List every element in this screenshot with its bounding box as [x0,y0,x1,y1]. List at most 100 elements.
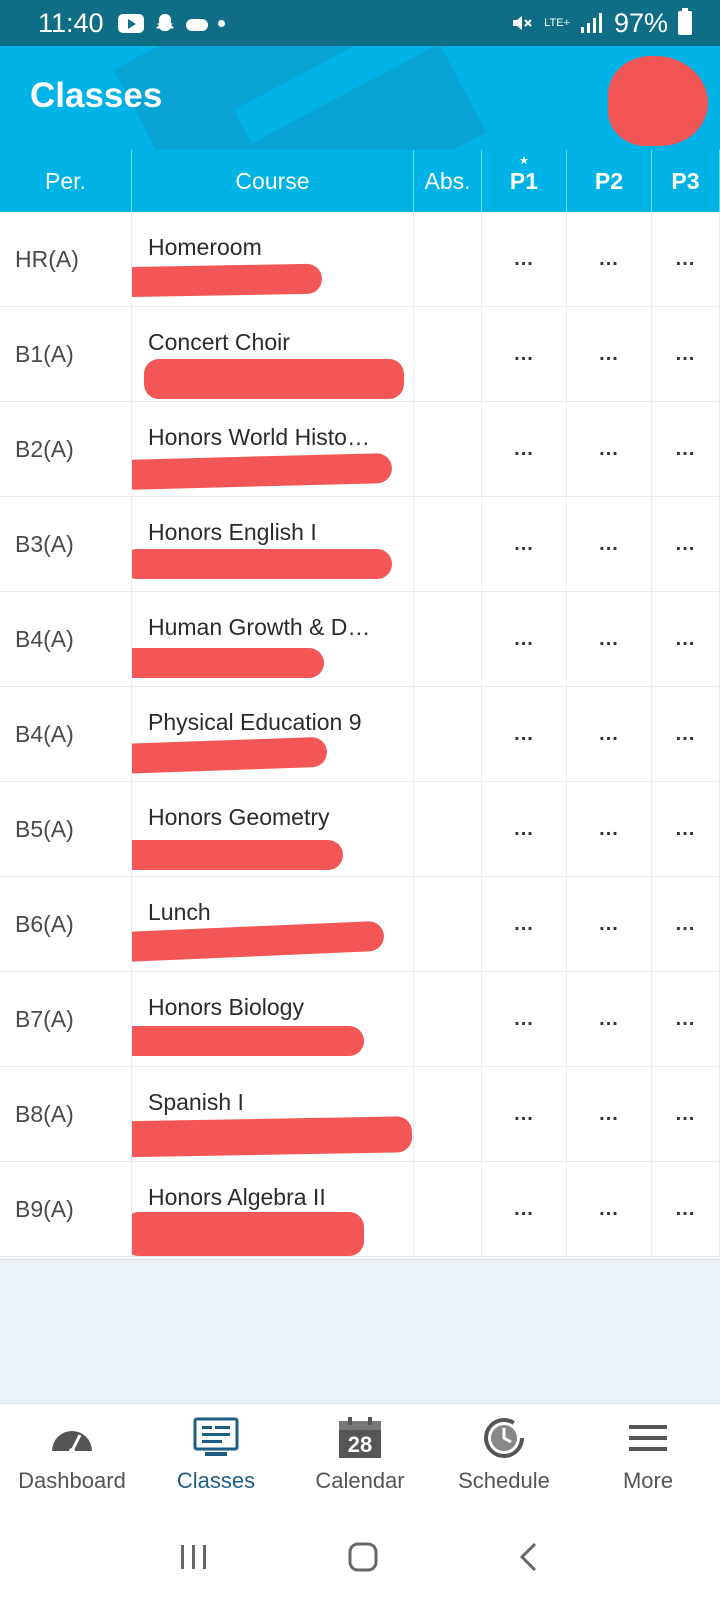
row-absences [414,1067,482,1161]
row-grade-p3[interactable]: ... [652,1162,720,1256]
table-row[interactable]: B4(A) Physical Education 9 ... ... ... [0,687,720,782]
cloud-icon [185,19,208,31]
recent-apps-icon[interactable] [179,1543,209,1571]
row-grade-p2[interactable]: ... [567,212,652,306]
row-grade-p3[interactable]: ... [652,1067,720,1161]
row-grade-p1[interactable]: ... [482,1067,567,1161]
battery-percent: 97% [613,7,668,38]
nav-schedule-label: Schedule [458,1468,550,1493]
row-grade-p3[interactable]: ... [652,687,720,781]
row-grade-p2[interactable]: ... [567,782,652,876]
page-title: Classes [30,76,163,115]
nav-calendar[interactable]: 28 Calendar [288,1404,432,1513]
row-course[interactable]: Honors English I [132,497,414,591]
redacted-teacher [144,359,404,399]
row-grade-p2[interactable]: ... [567,497,652,591]
redacted-teacher [132,1212,364,1256]
home-icon[interactable] [347,1541,379,1573]
table-row[interactable]: B5(A) Honors Geometry ... ... ... [0,782,720,877]
row-grade-p3[interactable]: ... [652,402,720,496]
row-grade-p3[interactable]: ... [652,307,720,401]
row-absences [414,782,482,876]
signal-icon [580,13,602,33]
row-grade-p1[interactable]: ... [482,1162,567,1256]
table-row[interactable]: B7(A) Honors Biology ... ... ... [0,972,720,1067]
row-grade-p3[interactable]: ... [652,497,720,591]
row-period: HR(A) [0,212,132,306]
back-icon[interactable] [517,1541,541,1573]
row-grade-p3[interactable]: ... [652,592,720,686]
row-absences [414,687,482,781]
nav-more[interactable]: More [576,1404,720,1513]
row-course[interactable]: Homeroom [132,212,414,306]
row-course[interactable]: Human Growth & D… [132,592,414,686]
classes-icon [193,1417,239,1458]
row-grade-p2[interactable]: ... [567,592,652,686]
table-row[interactable]: B1(A) Concert Choir ... ... ... [0,307,720,402]
table-row[interactable]: HR(A) Homeroom ... ... ... [0,212,720,307]
course-name: Lunch [148,899,211,925]
row-grade-p1[interactable]: ... [482,877,567,971]
row-course[interactable]: Spanish I [132,1067,414,1161]
redacted-teacher [132,648,324,678]
row-grade-p2[interactable]: ... [567,877,652,971]
table-row[interactable]: B4(A) Human Growth & D… ... ... ... [0,592,720,687]
row-grade-p1[interactable]: ... [482,782,567,876]
row-grade-p3[interactable]: ... [652,212,720,306]
row-grade-p2[interactable]: ... [567,402,652,496]
row-absences [414,497,482,591]
row-grade-p3[interactable]: ... [652,877,720,971]
clock-icon [481,1418,527,1458]
table-row[interactable]: B3(A) Honors English I ... ... ... [0,497,720,592]
header-period[interactable]: Per. [0,150,132,212]
table-row[interactable]: B6(A) Lunch ... ... ... [0,877,720,972]
header-course[interactable]: Course [132,150,414,212]
row-period: B4(A) [0,687,132,781]
row-grade-p2[interactable]: ... [567,972,652,1066]
table-row[interactable]: B8(A) Spanish I ... ... ... [0,1067,720,1162]
header-p2[interactable]: P2 [567,150,652,212]
row-course[interactable]: Lunch [132,877,414,971]
row-grade-p2[interactable]: ... [567,687,652,781]
row-course[interactable]: Honors Biology [132,972,414,1066]
header-p3[interactable]: P3 [652,150,720,212]
row-absences [414,1162,482,1256]
course-name: Honors English I [148,519,317,545]
table-row[interactable]: B9(A) Honors Algebra II ... ... ... [0,1162,720,1257]
row-absences [414,972,482,1066]
row-grade-p1[interactable]: ... [482,497,567,591]
row-course[interactable]: Concert Choir [132,307,414,401]
row-grade-p2[interactable]: ... [567,1162,652,1256]
nav-classes[interactable]: Classes [144,1404,288,1513]
status-time: 11:40 [38,7,104,38]
nav-calendar-label: Calendar [315,1468,405,1493]
row-grade-p2[interactable]: ... [567,307,652,401]
status-bar: 11:40 LTE+ 97% [0,0,720,46]
row-grade-p1[interactable]: ... [482,307,567,401]
row-course[interactable]: Honors Algebra II [132,1162,414,1256]
row-course[interactable]: Physical Education 9 [132,687,414,781]
row-course[interactable]: Honors World Histo… [132,402,414,496]
nav-dashboard[interactable]: Dashboard [0,1404,144,1513]
row-grade-p3[interactable]: ... [652,972,720,1066]
table-row[interactable]: B2(A) Honors World Histo… ... ... ... [0,402,720,497]
course-name: Honors Algebra II [148,1184,326,1210]
row-absences [414,402,482,496]
row-course[interactable]: Honors Geometry [132,782,414,876]
row-grade-p1[interactable]: ... [482,687,567,781]
row-grade-p1[interactable]: ... [482,402,567,496]
course-name: Human Growth & D… [148,614,371,640]
header-absences[interactable]: Abs. [414,150,482,212]
redacted-profile-avatar[interactable] [608,56,708,146]
classes-table-body: HR(A) Homeroom ... ... ... B1(A) Concert… [0,212,720,1257]
network-type: LTE+ [544,16,570,29]
row-grade-p1[interactable]: ... [482,212,567,306]
row-grade-p2[interactable]: ... [567,1067,652,1161]
redacted-teacher [132,263,323,299]
calendar-icon: 28 [337,1417,383,1458]
row-grade-p1[interactable]: ... [482,972,567,1066]
row-grade-p1[interactable]: ... [482,592,567,686]
nav-schedule[interactable]: Schedule [432,1404,576,1513]
header-p1[interactable]: ★ P1 [482,150,567,212]
row-grade-p3[interactable]: ... [652,782,720,876]
